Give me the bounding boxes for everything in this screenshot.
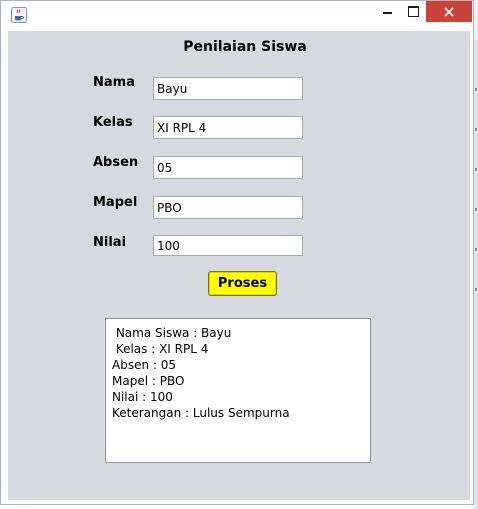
result-line: Nilai : 100 — [112, 390, 173, 404]
result-line: Nama Siswa : Bayu — [112, 326, 232, 340]
proses-button[interactable]: Proses — [208, 271, 277, 296]
nama-input[interactable] — [153, 77, 303, 100]
close-icon — [444, 6, 454, 17]
form-title: Penilaian Siswa — [183, 39, 307, 55]
minimize-icon — [382, 12, 392, 14]
result-line: Mapel : PBO — [112, 374, 185, 388]
kelas-input[interactable] — [153, 116, 303, 139]
app-window: Penilaian Siswa Nama Kelas Absen Mapel N… — [0, 0, 474, 505]
title-bar — [1, 1, 473, 31]
label-kelas: Kelas — [93, 115, 133, 130]
label-mapel: Mapel — [93, 195, 138, 210]
close-button[interactable] — [426, 1, 472, 22]
mapel-input[interactable] — [153, 196, 303, 219]
form-panel: Penilaian Siswa Nama Kelas Absen Mapel N… — [8, 31, 470, 500]
label-absen: Absen — [93, 155, 139, 170]
java-coffee-icon — [11, 7, 27, 23]
result-line: Absen : 05 — [112, 358, 177, 372]
result-line: Kelas : XI RPL 4 — [112, 342, 209, 356]
maximize-button[interactable] — [398, 1, 428, 22]
absen-input[interactable] — [153, 156, 303, 179]
result-textarea[interactable]: Nama Siswa : Bayu Kelas : XI RPL 4 Absen… — [105, 318, 371, 463]
desktop-background — [474, 0, 478, 509]
result-line: Keterangan : Lulus Sempurna — [112, 406, 290, 420]
nilai-input[interactable] — [153, 235, 303, 256]
label-nama: Nama — [93, 75, 135, 90]
label-nilai: Nilai — [93, 235, 127, 250]
maximize-icon — [407, 6, 419, 17]
